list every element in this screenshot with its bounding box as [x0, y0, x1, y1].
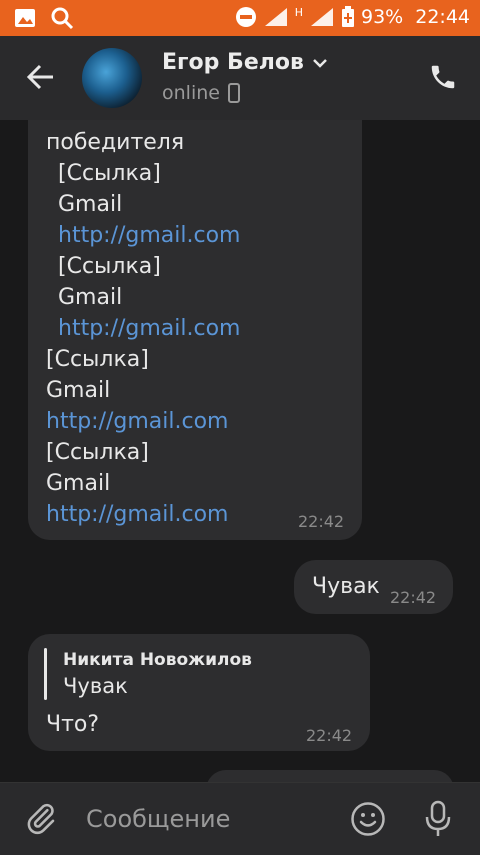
message-text: Чувак: [312, 574, 380, 599]
gallery-icon: [15, 9, 35, 27]
avatar[interactable]: [82, 48, 142, 108]
status-bar: H 93% 22:44: [0, 0, 480, 36]
back-button[interactable]: [26, 62, 56, 96]
voice-record-button[interactable]: [424, 800, 452, 842]
message-link[interactable]: http://gmail.com: [58, 223, 240, 248]
quote-text: Чувак: [63, 674, 128, 698]
outgoing-message[interactable]: Чувак 22:42: [294, 560, 453, 614]
message-text-line: [Ссылка]: [58, 161, 161, 186]
message-time: 22:42: [298, 512, 345, 531]
search-icon: [51, 7, 74, 30]
network-type-label: H: [294, 5, 303, 19]
message-text-line: [Ссылка]: [46, 347, 149, 372]
message-text-line: Gmail: [46, 378, 111, 403]
microphone-icon: [425, 800, 451, 836]
incoming-message[interactable]: победителя [Ссылка] Gmail http://gmail.c…: [28, 120, 362, 540]
do-not-disturb-icon: [235, 7, 256, 27]
message-link[interactable]: http://gmail.com: [46, 409, 228, 434]
message-text-line: Gmail: [58, 285, 123, 310]
paperclip-icon: [27, 803, 55, 835]
message-text: Что?: [46, 712, 100, 737]
phone-device-icon: [227, 83, 240, 103]
presence-label: online: [162, 82, 220, 104]
chevron-down-icon: [313, 58, 327, 68]
chat-header: Егор Белов online: [0, 36, 480, 120]
message-time: 22:42: [306, 726, 353, 745]
battery-icon: [342, 6, 354, 27]
signal-icon: [264, 8, 287, 26]
message-input[interactable]: Сообщение: [86, 805, 230, 833]
contact-name-dropdown[interactable]: Егор Белов: [162, 50, 328, 75]
emoji-button[interactable]: [350, 801, 386, 841]
phone-icon: [431, 65, 455, 89]
message-link[interactable]: http://gmail.com: [58, 316, 240, 341]
presence-status: online: [162, 82, 240, 104]
quote-author: Никита Новожилов: [63, 650, 252, 670]
attach-button[interactable]: [24, 801, 58, 839]
message-text-line: победителя: [46, 130, 185, 155]
quote-bar: [44, 648, 47, 700]
message-composer: Сообщение: [0, 782, 480, 855]
arrow-back-icon: [26, 64, 53, 90]
message-time: 22:42: [390, 588, 437, 607]
smiley-icon: [351, 802, 385, 836]
outgoing-message-partial[interactable]: [206, 770, 454, 782]
call-button[interactable]: [428, 62, 458, 96]
message-text-line: [Ссылка]: [46, 440, 149, 465]
contact-name: Егор Белов: [162, 50, 304, 75]
message-text-line: [Ссылка]: [58, 254, 161, 279]
incoming-reply-message[interactable]: Никита Новожилов Чувак Что? 22:42: [28, 634, 370, 751]
battery-percent: 93%: [361, 6, 404, 28]
message-link[interactable]: http://gmail.com: [46, 502, 228, 527]
message-text-line: Gmail: [58, 192, 123, 217]
message-list[interactable]: победителя [Ссылка] Gmail http://gmail.c…: [0, 120, 480, 782]
message-text-line: Gmail: [46, 471, 111, 496]
signal-icon-2: [311, 8, 333, 26]
clock: 22:44: [415, 6, 470, 28]
